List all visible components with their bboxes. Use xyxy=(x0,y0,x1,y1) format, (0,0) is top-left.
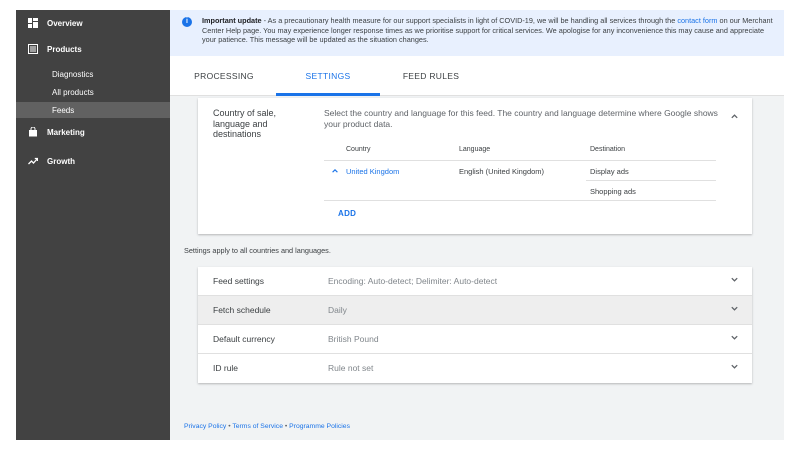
chevron-down-icon[interactable] xyxy=(730,333,739,344)
sidebar-item-label: Feeds xyxy=(52,105,75,115)
chevron-up-icon[interactable] xyxy=(331,167,339,177)
sidebar-item-label: Marketing xyxy=(47,127,85,137)
shopping-bag-icon xyxy=(28,127,38,137)
important-update-banner: i Important update - As a precautionary … xyxy=(170,10,784,56)
destination-display-ads: Display ads xyxy=(590,167,629,176)
footer-separator: • xyxy=(228,423,231,430)
card-title: Country of sale, language and destinatio… xyxy=(213,108,277,139)
sidebar-item-growth[interactable]: Growth xyxy=(28,156,75,166)
add-country-button[interactable]: ADD xyxy=(338,209,356,218)
sidebar-item-marketing[interactable]: Marketing xyxy=(28,127,85,137)
list-icon xyxy=(28,44,38,54)
feed-tabs: PROCESSING SETTINGS FEED RULES xyxy=(170,56,784,96)
setting-value: Daily xyxy=(328,305,347,315)
main-content: i Important update - As a precautionary … xyxy=(170,10,784,440)
setting-row-default-currency[interactable]: Default currency British Pound xyxy=(198,325,752,354)
chevron-down-icon[interactable] xyxy=(730,362,739,373)
column-header-language: Language xyxy=(459,146,491,153)
chevron-down-icon[interactable] xyxy=(730,275,739,286)
tab-processing[interactable]: PROCESSING xyxy=(178,56,270,96)
setting-label: ID rule xyxy=(213,363,239,373)
sidebar-item-label: All products xyxy=(52,87,94,97)
setting-value: Rule not set xyxy=(328,363,374,373)
country-link[interactable]: United Kingdom xyxy=(346,167,399,176)
sidebar-item-diagnostics[interactable]: Diagnostics xyxy=(16,66,170,82)
sidebar: Overview Products Diagnostics All produc… xyxy=(16,10,170,440)
sidebar-item-label: Overview xyxy=(47,18,83,28)
setting-label: Fetch schedule xyxy=(213,305,271,315)
table-divider xyxy=(586,180,716,181)
setting-row-id-rule[interactable]: ID rule Rule not set xyxy=(198,354,752,383)
programme-policies-link[interactable]: Programme Policies xyxy=(289,423,350,430)
setting-row-feed-settings[interactable]: Feed settings Encoding: Auto-detect; Del… xyxy=(198,267,752,296)
banner-title: Important update xyxy=(202,16,262,25)
table-divider xyxy=(324,200,716,201)
banner-text: - As a precautionary health measure for … xyxy=(261,16,678,25)
tab-feed-rules[interactable]: FEED RULES xyxy=(384,56,478,96)
chevron-up-icon[interactable] xyxy=(730,112,739,123)
setting-label: Default currency xyxy=(213,334,275,344)
table-divider xyxy=(324,160,716,161)
trending-up-icon xyxy=(28,156,38,166)
feed-settings-list: Feed settings Encoding: Auto-detect; Del… xyxy=(198,267,752,383)
terms-of-service-link[interactable]: Terms of Service xyxy=(232,423,283,430)
sidebar-item-all-products[interactable]: All products xyxy=(16,84,170,100)
settings-apply-note: Settings apply to all countries and lang… xyxy=(184,246,331,255)
language-value: English (United Kingdom) xyxy=(459,167,545,176)
tab-settings[interactable]: SETTINGS xyxy=(276,56,380,96)
setting-value: Encoding: Auto-detect; Delimiter: Auto-d… xyxy=(328,276,498,286)
destination-shopping-ads: Shopping ads xyxy=(590,187,636,196)
app-frame: Overview Products Diagnostics All produc… xyxy=(16,10,784,440)
dashboard-icon xyxy=(28,18,38,28)
column-header-country: Country xyxy=(346,146,371,153)
setting-label: Feed settings xyxy=(213,276,265,286)
sidebar-item-label: Growth xyxy=(47,156,75,166)
privacy-policy-link[interactable]: Privacy Policy xyxy=(184,423,226,430)
sidebar-item-products[interactable]: Products xyxy=(28,44,82,54)
contact-form-link[interactable]: contact form xyxy=(677,16,717,25)
footer-separator: • xyxy=(284,423,288,430)
chevron-down-icon[interactable] xyxy=(730,304,739,315)
setting-row-fetch-schedule[interactable]: Fetch schedule Daily xyxy=(198,296,752,325)
sidebar-item-label: Products xyxy=(47,44,82,54)
country-language-card: Country of sale, language and destinatio… xyxy=(198,98,752,234)
card-description: Select the country and language for this… xyxy=(324,108,718,129)
footer-links: Privacy Policy • Terms of Service • Prog… xyxy=(184,423,350,430)
sidebar-item-label: Diagnostics xyxy=(52,69,94,79)
column-header-destination: Destination xyxy=(590,146,626,153)
info-icon: i xyxy=(182,17,192,27)
sidebar-item-overview[interactable]: Overview xyxy=(28,18,83,28)
sidebar-item-feeds[interactable]: Feeds xyxy=(16,102,170,118)
active-tab-indicator xyxy=(276,93,380,96)
setting-value: British Pound xyxy=(328,334,379,344)
